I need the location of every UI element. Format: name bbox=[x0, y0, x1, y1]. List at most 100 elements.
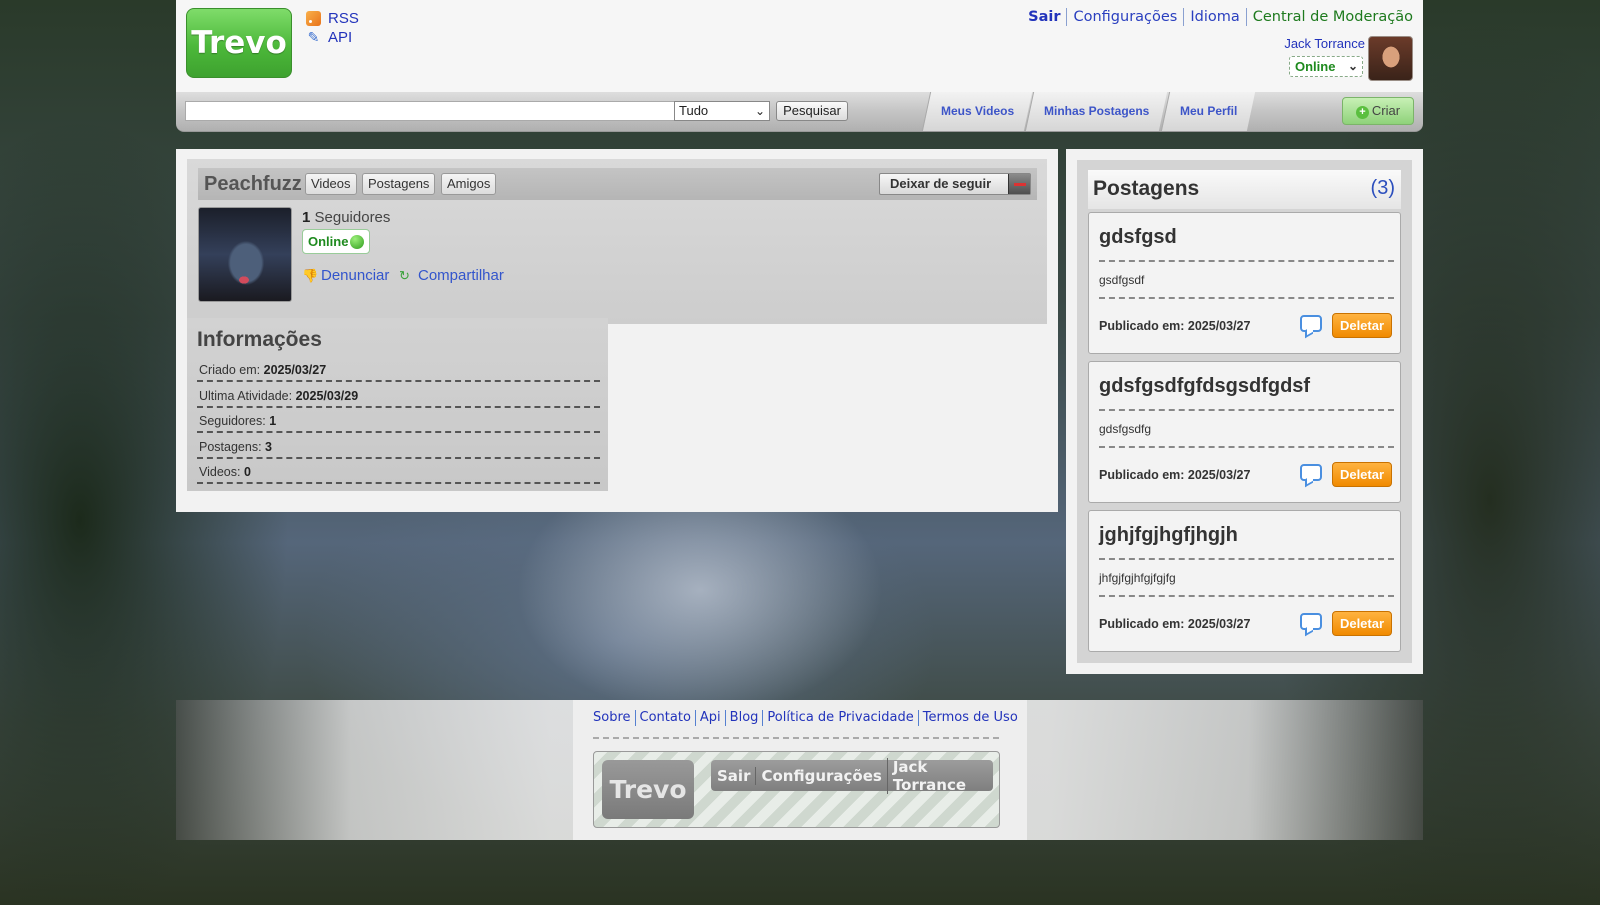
profile-tab-friends[interactable]: Amigos bbox=[441, 173, 497, 195]
post-body: gdsfgsdfg bbox=[1099, 422, 1152, 436]
post-date: Publicado em: 2025/03/27 bbox=[1099, 617, 1251, 631]
delete-button[interactable]: Deletar bbox=[1332, 611, 1392, 636]
tab-my-posts[interactable]: Minhas Postagens bbox=[1024, 92, 1168, 131]
top-nav: Sair Configurações Idioma Central de Mod… bbox=[1022, 8, 1413, 26]
status-badge: Online bbox=[302, 229, 370, 254]
divider bbox=[593, 737, 999, 739]
info-value: 2025/03/27 bbox=[263, 363, 327, 377]
tab-my-videos[interactable]: Meus Videos bbox=[921, 92, 1033, 131]
info-label: Videos: bbox=[199, 465, 241, 479]
footer-nav-settings[interactable]: Configurações bbox=[755, 766, 886, 785]
post-card: gdsfgsdfgfdsgsdfgdsf gdsfgsdfg Publicado… bbox=[1088, 361, 1401, 503]
info-box: Informações Criado em: 2025/03/27 Ultima… bbox=[187, 318, 608, 491]
search-scope-value: Tudo bbox=[679, 103, 709, 118]
info-row-followers: Seguidores: 1 bbox=[197, 407, 600, 433]
share-label: Compartilhar bbox=[418, 267, 504, 284]
info-row-videos: Videos: 0 bbox=[197, 458, 600, 484]
share-icon: ↻ bbox=[399, 268, 410, 283]
tab-my-profile[interactable]: Meu Perfil bbox=[1160, 92, 1256, 131]
delete-button[interactable]: Deletar bbox=[1332, 462, 1392, 487]
api-link[interactable]: ✎ API bbox=[306, 28, 359, 47]
info-label: Ultima Atividade: bbox=[199, 389, 293, 403]
footer-link-privacy[interactable]: Política de Privacidade bbox=[762, 710, 917, 726]
footer-link-api[interactable]: Api bbox=[694, 710, 725, 726]
post-body: jhfgjfgjhfgjfgjfg bbox=[1099, 571, 1176, 585]
user-avatar[interactable] bbox=[1368, 36, 1413, 81]
footer-link-blog[interactable]: Blog bbox=[724, 710, 763, 726]
post-date: Publicado em: 2025/03/27 bbox=[1099, 468, 1251, 482]
create-label: Criar bbox=[1371, 103, 1401, 118]
report-link[interactable]: 👎 Denunciar bbox=[302, 267, 389, 284]
rss-label: RSS bbox=[328, 10, 359, 27]
info-label: Criado em: bbox=[199, 363, 261, 377]
logout-link[interactable]: Sair bbox=[1022, 8, 1066, 26]
rss-icon bbox=[306, 11, 321, 26]
footer-nav-user[interactable]: Jack Torrance bbox=[886, 757, 993, 794]
info-value: 2025/03/29 bbox=[295, 389, 359, 403]
comment-icon[interactable] bbox=[1300, 315, 1322, 332]
plus-icon: + bbox=[1355, 106, 1369, 119]
main-panel: Peachfuzz Videos Postagens Amigos Deixar… bbox=[176, 149, 1058, 512]
info-row-last-activity: Ultima Atividade: 2025/03/29 bbox=[197, 382, 600, 408]
profile-tab-posts[interactable]: Postagens bbox=[362, 173, 436, 195]
footer-nav-logout[interactable]: Sair bbox=[717, 767, 755, 785]
tab-my-profile-label: Meu Perfil bbox=[1179, 104, 1237, 118]
footer-links: Sobre Contato Api Blog Política de Priva… bbox=[593, 710, 1022, 726]
footer-nav: Sair Configurações Jack Torrance bbox=[711, 757, 993, 794]
chevron-down-icon: ⌄ bbox=[1347, 59, 1358, 73]
report-label: Denunciar bbox=[321, 267, 390, 284]
unfollow-label: Deixar de seguir bbox=[890, 176, 992, 191]
settings-link[interactable]: Configurações bbox=[1066, 8, 1183, 26]
search-button[interactable]: Pesquisar bbox=[776, 101, 848, 121]
feather-icon: ✎ bbox=[307, 29, 320, 45]
posts-count: (3) bbox=[1370, 177, 1395, 199]
footer-link-terms[interactable]: Termos de Uso bbox=[917, 710, 1022, 726]
divider bbox=[1099, 409, 1394, 411]
footer-logo[interactable]: Trevo bbox=[602, 760, 694, 819]
search-scope-select[interactable]: Tudo ⌄ bbox=[674, 101, 770, 121]
info-label: Postagens: bbox=[199, 440, 262, 454]
language-link[interactable]: Idioma bbox=[1183, 8, 1245, 26]
create-button[interactable]: + Criar bbox=[1342, 97, 1414, 125]
posts-list: Postagens (3) gdsfgsd gsdfgsdf Publicado… bbox=[1077, 160, 1412, 663]
post-title[interactable]: jghjfgjhgfjhgjh bbox=[1099, 524, 1238, 547]
post-body: gsdfgsdf bbox=[1099, 273, 1145, 287]
share-link[interactable]: ↻ Compartilhar bbox=[399, 267, 504, 284]
info-value: 1 bbox=[269, 414, 277, 428]
search-bar: Tudo ⌄ Pesquisar Meus Videos Minhas Post… bbox=[176, 92, 1423, 132]
info-value: 0 bbox=[243, 465, 251, 479]
search-input[interactable] bbox=[185, 101, 675, 121]
unfollow-button[interactable]: Deixar de seguir bbox=[879, 173, 1031, 195]
footer-panel: Trevo Sair Configurações Jack Torrance bbox=[593, 751, 1000, 828]
footer-link-contact[interactable]: Contato bbox=[634, 710, 695, 726]
minus-icon bbox=[1008, 174, 1030, 194]
site-logo[interactable]: Trevo bbox=[186, 8, 292, 78]
status-select[interactable]: Online ⌄ bbox=[1289, 56, 1363, 77]
rss-link[interactable]: RSS bbox=[306, 9, 359, 28]
profile-tab-videos[interactable]: Videos bbox=[305, 173, 357, 195]
post-title[interactable]: gdsfgsd bbox=[1099, 226, 1177, 249]
post-date: Publicado em: 2025/03/27 bbox=[1099, 319, 1251, 333]
posts-title: Postagens bbox=[1093, 177, 1200, 200]
info-label: Seguidores: bbox=[199, 414, 266, 428]
footer-link-about[interactable]: Sobre bbox=[593, 710, 635, 726]
followers-count: 1 Seguidores bbox=[302, 209, 390, 226]
followers-number: 1 bbox=[302, 209, 311, 226]
divider bbox=[1099, 260, 1394, 262]
site-header: Trevo RSS ✎ API Sair Configurações Idiom… bbox=[176, 0, 1423, 92]
moderation-link[interactable]: Central de Moderação bbox=[1245, 8, 1413, 26]
feed-links: RSS ✎ API bbox=[306, 9, 359, 47]
user-tabs: Meus Videos Minhas Postagens Meu Perfil bbox=[921, 92, 1256, 131]
info-title: Informações bbox=[197, 328, 322, 351]
post-title[interactable]: gdsfgsdfgfdsgsdfgdsf bbox=[1099, 375, 1310, 398]
posts-panel: Postagens (3) gdsfgsd gsdfgsdf Publicado… bbox=[1066, 149, 1423, 674]
divider bbox=[1099, 297, 1394, 299]
user-name-link[interactable]: Jack Torrance bbox=[1284, 36, 1365, 51]
comment-icon[interactable] bbox=[1300, 464, 1322, 481]
info-value: 3 bbox=[265, 440, 272, 454]
profile-avatar bbox=[198, 207, 292, 302]
profile-name: Peachfuzz bbox=[204, 173, 302, 195]
delete-button[interactable]: Deletar bbox=[1332, 313, 1392, 338]
profile-box: Peachfuzz Videos Postagens Amigos Deixar… bbox=[187, 159, 1047, 324]
comment-icon[interactable] bbox=[1300, 613, 1322, 630]
